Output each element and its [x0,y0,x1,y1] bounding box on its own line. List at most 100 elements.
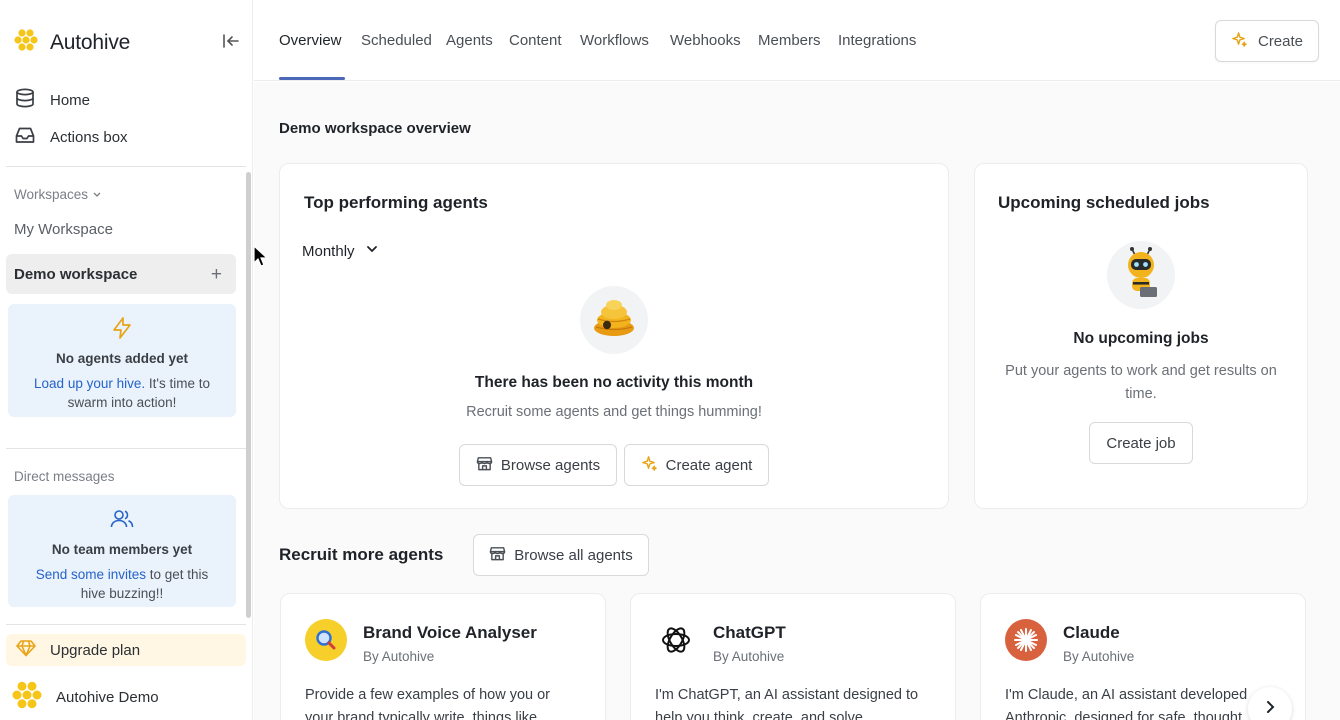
period-select[interactable]: Monthly [302,242,379,260]
store-icon [489,545,506,566]
direct-messages-label: Direct messages [14,469,115,484]
browse-all-agents-button[interactable]: Browse all agents [473,534,649,576]
create-button[interactable]: Create [1215,20,1319,62]
team-empty-desc: Send some invites to get this hive buzzi… [8,565,236,603]
agents-empty-title: No agents added yet [55,351,189,366]
tab-webhooks[interactable]: Webhooks [670,32,741,49]
agent-card-brand-voice[interactable]: Brand Voice Analyser By Autohive Provide… [280,593,606,720]
create-agent-label: Create agent [665,456,753,474]
beehive-avatar [580,286,648,354]
tab-workflows[interactable]: Workflows [580,32,649,49]
scheduled-jobs-card: Upcoming scheduled jobs No upcoming jobs… [974,163,1308,509]
top-agents-title: Top performing agents [304,193,488,212]
tab-overview[interactable]: Overview [279,32,342,49]
users-icon [109,510,135,535]
active-tab-indicator [279,77,345,80]
workspace-item-my-workspace[interactable]: My Workspace [14,221,113,238]
chevron-down-icon [92,187,102,202]
agent-card-chatgpt[interactable]: ChatGPT By Autohive I'm ChatGPT, an AI a… [630,593,956,720]
workspace-item-demo[interactable]: Demo workspace + [6,254,236,294]
sidebar-divider [6,624,246,625]
user-menu[interactable]: Autohive Demo [12,680,159,714]
app-root: Autohive Home Actions box Workspaces My … [0,0,1340,720]
browse-agents-button[interactable]: Browse agents [459,444,617,486]
agent-name: Brand Voice Analyser [363,623,537,642]
nav-home[interactable]: Home [14,87,90,113]
openai-logo-icon [655,619,697,661]
no-activity-title: There has been no activity this month [474,374,754,391]
top-tabs-bar: Overview Scheduled Agents Content Workfl… [254,0,1340,81]
nav-home-label: Home [50,91,91,109]
sidebar-divider [6,166,246,167]
team-empty-card: No team members yet Send some invites to… [8,495,236,607]
sparkle-icon [1231,31,1248,52]
send-invites-link[interactable]: Send some invites [36,567,146,582]
tab-agents[interactable]: Agents [446,32,493,49]
no-activity-desc: Recruit some agents and get things hummi… [466,404,762,420]
agent-desc-line-1: I'm ChatGPT, an AI assistant designed to [655,687,919,703]
bee-robot-icon [1119,246,1163,304]
bee-robot-avatar [1107,241,1175,309]
sidebar-scrollbar[interactable] [246,172,251,618]
brand-name: Autohive [50,30,131,54]
agents-empty-card: No agents added yet Load up your hive. I… [8,304,236,417]
sidebar-divider [6,448,246,449]
upgrade-plan-button[interactable]: Upgrade plan [6,634,246,666]
page-title: Demo workspace overview [279,120,471,137]
tab-content[interactable]: Content [509,32,562,49]
agent-desc-line-2: help you think, create, and solve [655,710,863,720]
top-agents-card: Top performing agents Monthly There has … [279,163,949,509]
workspaces-label: Workspaces [14,187,89,202]
user-name: Autohive Demo [56,688,159,706]
agent-description: Provide a few examples of how you or you… [305,684,595,720]
tab-scheduled[interactable]: Scheduled [361,32,432,49]
chevron-right-icon [1263,700,1277,719]
create-job-button[interactable]: Create job [1089,422,1193,464]
lightning-icon [110,317,134,344]
nav-actions-box-label: Actions box [50,128,128,146]
period-value: Monthly [302,242,355,260]
team-empty-title: No team members yet [51,542,193,557]
claude-starburst-logo-icon [1005,619,1047,661]
sidebar: Autohive Home Actions box Workspaces My … [0,0,253,720]
active-workspace-label: Demo workspace [14,265,138,283]
no-jobs-desc-line-1: Put your agents to work and get results … [1005,363,1277,379]
tab-integrations[interactable]: Integrations [838,32,916,49]
recruit-title: Recruit more agents [279,545,444,564]
tab-members[interactable]: Members [758,32,821,49]
browse-agents-label: Browse agents [500,456,601,474]
inbox-icon [14,124,36,150]
add-workspace-item-icon[interactable]: + [211,265,222,284]
workspaces-toggle[interactable]: Workspaces [14,187,102,202]
no-jobs-desc-line-2: time. [1125,386,1157,402]
create-agent-button[interactable]: Create agent [624,444,769,486]
upgrade-plan-label: Upgrade plan [50,641,141,659]
agent-author: By Autohive [713,649,785,664]
magnifier-logo-icon [305,619,347,661]
collapse-sidebar-icon[interactable] [221,31,241,51]
diamond-icon [16,639,36,661]
agent-name: Claude [1063,623,1120,642]
create-job-label: Create job [1106,434,1176,452]
beehive-icon [592,298,636,343]
agent-description: I'm ChatGPT, an AI assistant designed to… [655,684,945,720]
agent-desc-line-2: your brand typically write, things like [305,710,538,720]
nav-actions-box[interactable]: Actions box [14,124,128,150]
honeycomb-logo-icon [14,28,38,57]
main-content: Demo workspace overview Top performing a… [254,82,1340,720]
browse-all-agents-label: Browse all agents [514,546,633,564]
create-label: Create [1257,32,1304,50]
brand[interactable]: Autohive [14,28,130,57]
honeycomb-avatar-icon [12,680,42,714]
no-jobs-title: No upcoming jobs [1073,330,1209,347]
chevron-down-icon [365,242,379,260]
agent-name: ChatGPT [713,623,786,642]
agent-author: By Autohive [363,649,435,664]
mouse-cursor-icon [253,244,269,274]
agent-author: By Autohive [1063,649,1135,664]
database-icon [14,87,36,113]
load-hive-link[interactable]: Load up your hive. [34,376,145,391]
agents-empty-desc: Load up your hive. It's time to swarm in… [8,374,236,412]
sparkle-icon [641,455,658,476]
store-icon [476,455,493,476]
